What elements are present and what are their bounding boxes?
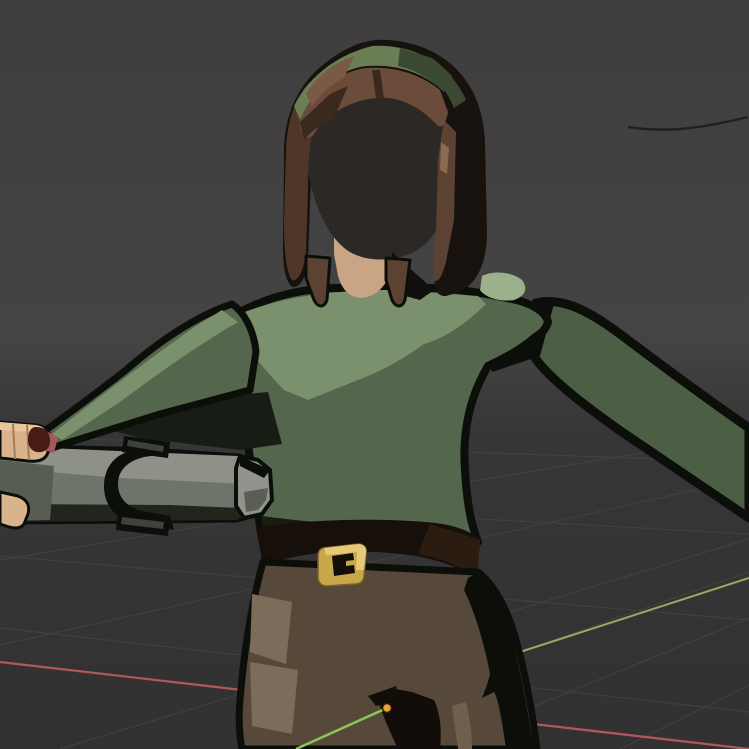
pants-pocket [250,662,298,734]
object-origin-dot[interactable] [383,704,392,713]
belt-buckle [318,544,366,586]
viewport[interactable] [0,0,749,749]
pants-highlight [250,594,292,664]
viewport-canvas[interactable] [0,0,749,749]
